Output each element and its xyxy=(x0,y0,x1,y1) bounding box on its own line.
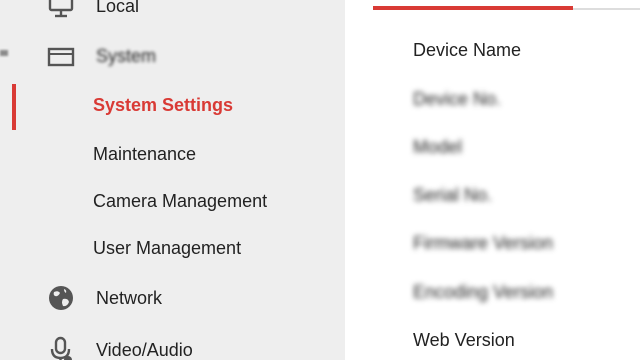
field-label-device-no: Device No. xyxy=(413,89,502,109)
device-info-panel: Device Name Device No. Model Serial No. … xyxy=(345,0,640,360)
sidebar-subitem-label: Maintenance xyxy=(93,143,197,164)
active-tab-underline xyxy=(373,6,573,10)
field-label-model: Model xyxy=(413,137,463,157)
sidebar-item-local[interactable]: Local xyxy=(0,0,345,26)
app-root: Local System System Settings Maintenance… xyxy=(0,0,640,360)
sidebar-subitem-label: User Management xyxy=(93,237,242,258)
monitor-icon xyxy=(44,0,78,23)
field-label-firmware-version: Firmware Version xyxy=(413,233,554,253)
sidebar-item-video-audio[interactable]: Video/Audio xyxy=(0,330,345,360)
sidebar-subitem-user-management[interactable]: User Management xyxy=(0,228,345,268)
field-label-web-version: Web Version xyxy=(413,330,515,350)
sidebar-item-label: Video/Audio xyxy=(96,339,193,360)
sidebar-subitem-system-settings[interactable]: System Settings xyxy=(0,85,345,125)
sidebar-nav: Local System System Settings Maintenance… xyxy=(0,0,345,360)
sidebar-subitem-camera-management[interactable]: Camera Management xyxy=(0,181,345,221)
globe-icon xyxy=(44,281,78,315)
sidebar-subitem-maintenance[interactable]: Maintenance xyxy=(0,134,345,174)
system-icon xyxy=(44,39,78,73)
sidebar-subitem-label: Camera Management xyxy=(93,190,268,211)
field-label-encoding-version: Encoding Version xyxy=(413,282,554,302)
sidebar-subitem-label: System Settings xyxy=(93,94,234,115)
sidebar-item-label: Network xyxy=(96,287,163,308)
sidebar-item-system[interactable]: System xyxy=(0,36,345,76)
field-label-serial-no: Serial No. xyxy=(413,185,493,205)
sidebar-item-label: Local xyxy=(96,0,140,16)
microphone-icon xyxy=(44,333,78,360)
sidebar-item-network[interactable]: Network xyxy=(0,278,345,318)
field-label-device-name: Device Name xyxy=(413,40,522,60)
sidebar-item-label: System xyxy=(96,45,157,66)
